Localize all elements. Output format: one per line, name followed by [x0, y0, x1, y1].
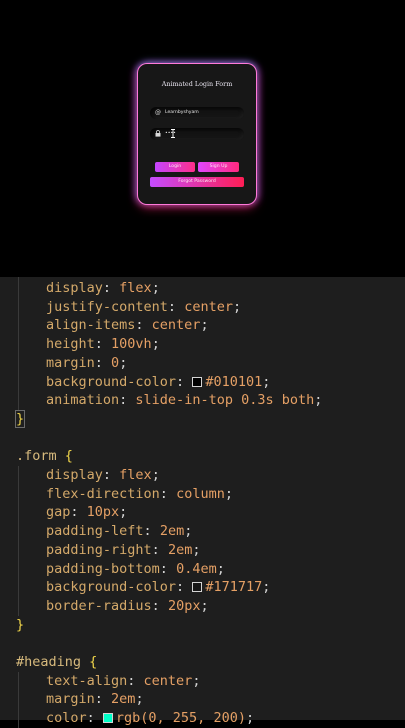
css-value: 2em: [167, 541, 193, 558]
password-field[interactable]: ••••: [150, 128, 244, 140]
color-swatch[interactable]: [102, 713, 113, 724]
css-property: margin: [46, 691, 95, 708]
css-selector: #heading: [16, 654, 90, 670]
css-property: gap: [46, 504, 71, 521]
login-form-card: Animated Login Form @ Learnbyshyam •••• …: [138, 64, 256, 204]
css-property: background-color: [46, 579, 177, 596]
forgot-password-button[interactable]: Forgot Password: [150, 177, 244, 187]
css-value: center: [143, 672, 193, 689]
css-value: 10px: [86, 504, 120, 521]
css-property: justify-content: [46, 298, 168, 315]
code-line: margin: 2em;: [46, 691, 144, 708]
code-line: display: flex;: [46, 280, 160, 296]
closing-brace: }: [16, 616, 25, 633]
code-line: justify-content: center;: [46, 298, 242, 315]
css-value: 0: [111, 354, 120, 371]
css-property: text-align: [46, 672, 128, 689]
code-line: animation: slide-in-top 0.3s both;: [46, 392, 323, 409]
code-line: text-align: center;: [46, 672, 201, 689]
css-value: flex: [119, 467, 152, 483]
lock-icon: [155, 130, 161, 139]
css-value: 20px: [167, 597, 201, 614]
code-line: gap: 10px;: [46, 504, 128, 521]
code-line: display: flex;: [46, 467, 160, 483]
css-property: border-radius: [46, 597, 152, 614]
code-editor[interactable]: display: flex; justify-content: center; al…: [0, 277, 405, 728]
css-value: center: [184, 298, 233, 315]
signup-button[interactable]: Sign Up: [198, 162, 239, 172]
code-line: padding-bottom: 0.4em;: [46, 560, 225, 577]
css-value: #010101: [205, 373, 263, 390]
css-value: rgb(0, 255, 200): [115, 710, 246, 727]
css-value: slide-in-top 0.3s both: [135, 392, 315, 409]
css-value: 100vh: [111, 336, 152, 353]
code-line: padding-right: 2em;: [46, 541, 201, 558]
css-selector-line: .form {: [16, 448, 73, 465]
form-heading: Animated Login Form: [161, 80, 233, 88]
code-line: background-color: #010101;: [46, 373, 271, 390]
css-property: display: [46, 467, 103, 483]
css-value: column: [176, 485, 225, 502]
code-line: align-items: center;: [46, 317, 209, 334]
css-property: animation: [46, 392, 120, 409]
css-value: 0.4em: [176, 560, 217, 577]
css-property: padding-right: [46, 541, 152, 558]
css-property: flex-direction: [46, 485, 160, 502]
css-property: padding-left: [46, 523, 144, 540]
closing-brace: }: [14, 409, 26, 428]
css-property: color: [46, 710, 87, 727]
css-property: align-items: [46, 317, 136, 334]
at-icon: @: [155, 109, 161, 116]
css-selector-line: #heading {: [16, 654, 98, 670]
css-property: margin: [46, 354, 95, 371]
css-property: background-color: [46, 373, 177, 390]
color-swatch[interactable]: [192, 376, 203, 387]
css-value: 2em: [111, 691, 136, 708]
live-preview: Animated Login Form @ Learnbyshyam •••• …: [0, 0, 405, 277]
color-swatch[interactable]: [192, 582, 203, 593]
code-line: height: 100vh;: [46, 336, 160, 353]
code-line: border-radius: 20px;: [46, 597, 209, 614]
code-line: color: rgb(0, 255, 200);: [46, 710, 255, 727]
css-value: #171717: [205, 579, 263, 596]
username-value: Learnbyshyam: [165, 110, 199, 115]
css-value: center: [151, 317, 201, 334]
text-cursor-icon: [171, 129, 175, 138]
css-property: padding-bottom: [46, 560, 160, 577]
code-line: flex-direction: column;: [46, 485, 233, 502]
username-field[interactable]: @ Learnbyshyam: [150, 107, 244, 119]
code-line: margin: 0;: [46, 354, 128, 371]
css-value: flex: [119, 280, 152, 296]
code-line: background-color: #171717;: [46, 579, 271, 596]
css-value: 2em: [159, 523, 185, 540]
code-line: padding-left: 2em;: [46, 523, 193, 540]
css-selector: .form: [16, 448, 65, 465]
login-button[interactable]: Login: [155, 162, 195, 172]
css-property: display: [46, 280, 103, 296]
css-property: height: [46, 336, 95, 353]
